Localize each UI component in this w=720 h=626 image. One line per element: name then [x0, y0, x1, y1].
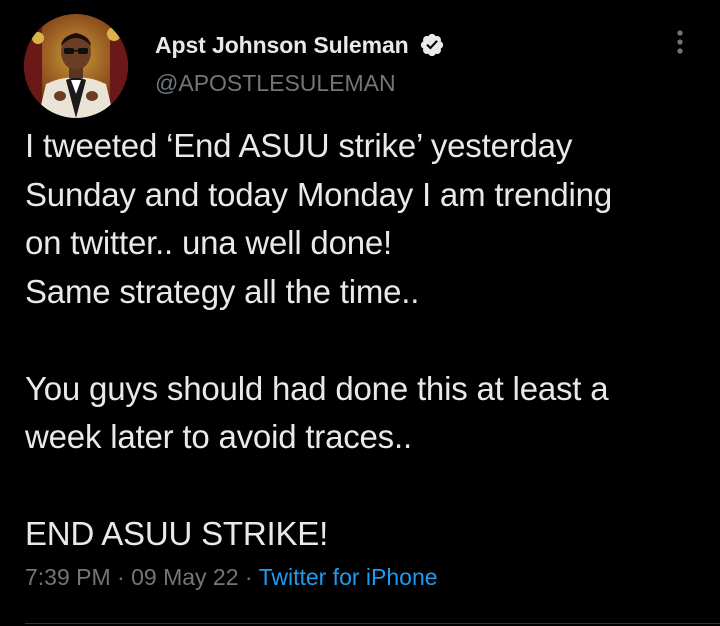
profile-avatar-image — [24, 14, 128, 118]
tweet-source-link[interactable]: Twitter for iPhone — [259, 564, 438, 590]
tweet-date[interactable]: 09 May 22 — [131, 564, 238, 590]
tweet-text-line: You guys should had done this at least a — [25, 369, 609, 407]
tweet-text-line: END ASUU STRIKE! — [25, 515, 329, 552]
tweet-text-line: week later to avoid traces.. — [25, 418, 412, 455]
author-name-row[interactable]: Apst Johnson Suleman — [155, 30, 445, 60]
tweet-card: Apst Johnson Suleman @APOSTLESULEMAN I t… — [0, 0, 720, 626]
tweet-text-line: Same strategy all the time.. — [25, 272, 420, 310]
tweet-time[interactable]: 7:39 PM — [25, 564, 111, 590]
tweet-text-line: I tweeted ‘End ASUU strike’ yesterday — [25, 127, 573, 164]
divider — [25, 623, 720, 624]
author-handle[interactable]: @APOSTLESULEMAN — [155, 70, 396, 97]
meta-separator: · — [117, 564, 125, 590]
tweet-text-line: Sunday and today Monday I am trending — [25, 175, 612, 213]
tweet-text-line — [25, 316, 710, 365]
author-display-name[interactable]: Apst Johnson Suleman — [155, 32, 409, 59]
tweet-text-line: on twitter.. una well done! — [25, 224, 392, 261]
verified-badge-icon — [420, 33, 443, 57]
author-avatar[interactable] — [24, 14, 128, 118]
meta-separator: · — [244, 564, 253, 590]
tweet-meta: 7:39 PM · 09 May 22 · Twitter for iPhone — [25, 564, 438, 591]
more-vertical-icon — [677, 30, 683, 54]
tweet-text: I tweeted ‘End ASUU strike’ yesterday Su… — [25, 122, 710, 559]
tweet-text-line — [25, 462, 710, 511]
more-options-button[interactable] — [664, 26, 696, 58]
